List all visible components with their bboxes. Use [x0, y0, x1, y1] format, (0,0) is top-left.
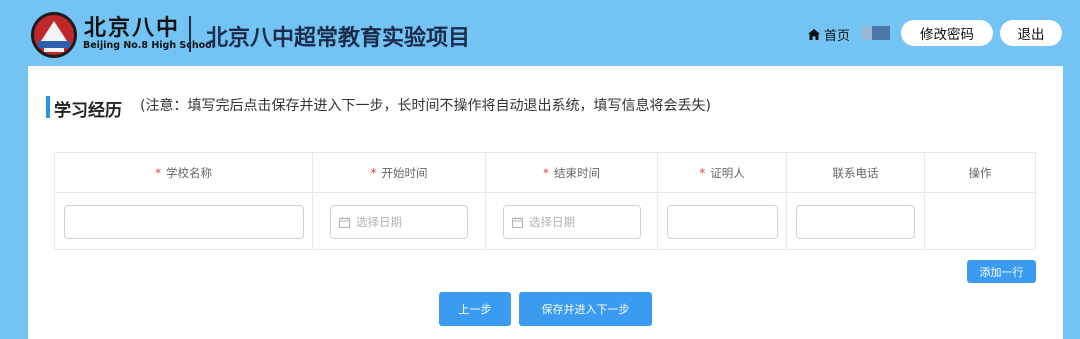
end-date-picker[interactable]: 选择日期 — [503, 205, 641, 239]
column-header-phone: 联系电话 — [787, 153, 925, 193]
home-link[interactable]: 首页 — [808, 25, 850, 44]
end-date-placeholder: 选择日期 — [529, 215, 575, 229]
previous-step-button[interactable]: 上一步 — [439, 292, 511, 326]
avatar[interactable] — [862, 26, 890, 40]
calendar-icon — [512, 216, 523, 228]
phone-input[interactable] — [796, 205, 915, 239]
column-header-label: 开始时间 — [381, 166, 428, 180]
column-header-label: 联系电话 — [832, 166, 879, 180]
table-header-row: * 学校名称 * 开始时间 * 结束时间 * 证明人 联系电话 操作 — [55, 153, 1035, 193]
column-header-witness: * 证明人 — [658, 153, 787, 193]
add-row-button[interactable]: 添加一行 — [967, 260, 1036, 283]
logo-divider — [189, 16, 191, 52]
required-mark: * — [370, 166, 377, 180]
section-title: 学习经历 — [54, 101, 122, 121]
column-header-start-date: * 开始时间 — [313, 153, 486, 193]
section-accent-bar — [46, 96, 50, 118]
cell-actions — [925, 194, 1035, 250]
cell-phone — [787, 194, 925, 250]
column-header-label: 学校名称 — [166, 166, 212, 180]
calendar-icon — [339, 216, 350, 228]
column-header-label: 操作 — [968, 166, 992, 180]
required-mark: * — [543, 166, 549, 180]
main-panel: 学习经历 (注意：填写完后点击保存并进入下一步，长时间不操作将自动退出系统，填写… — [28, 66, 1063, 339]
home-icon — [808, 29, 820, 40]
cell-school — [55, 194, 313, 250]
logout-button[interactable]: 退出 — [1000, 20, 1062, 46]
logo-english-text: Beijing No.8 High School — [83, 40, 215, 51]
save-and-next-button[interactable]: 保存并进入下一步 — [519, 292, 652, 326]
change-password-button[interactable]: 修改密码 — [901, 20, 993, 46]
witness-input[interactable] — [667, 205, 778, 239]
column-header-school: * 学校名称 — [55, 153, 313, 193]
cell-end-date: 选择日期 — [486, 194, 658, 250]
education-table: * 学校名称 * 开始时间 * 结束时间 * 证明人 联系电话 操作 选择日期 … — [54, 152, 1036, 250]
top-header: 北京八中 Beijing No.8 High School 北京八中超常教育实验… — [0, 0, 1080, 66]
start-date-picker[interactable]: 选择日期 — [330, 205, 468, 239]
column-header-end-date: * 结束时间 — [486, 153, 658, 193]
home-label: 首页 — [824, 29, 851, 44]
school-emblem-icon — [31, 12, 77, 58]
app-title: 北京八中超常教育实验项目 — [206, 26, 471, 51]
column-header-label: 证明人 — [710, 166, 745, 180]
school-name-input[interactable] — [64, 205, 304, 239]
start-date-placeholder: 选择日期 — [356, 215, 402, 229]
required-mark: * — [155, 166, 161, 180]
column-header-actions: 操作 — [925, 153, 1035, 193]
column-header-label: 结束时间 — [554, 166, 600, 180]
cell-witness — [658, 194, 787, 250]
logo-chinese-text: 北京八中 — [84, 15, 181, 41]
cell-start-date: 选择日期 — [313, 194, 486, 250]
section-note: (注意：填写完后点击保存并进入下一步，长时间不操作将自动退出系统，填写信息将会丢… — [140, 98, 711, 114]
required-mark: * — [699, 166, 706, 180]
